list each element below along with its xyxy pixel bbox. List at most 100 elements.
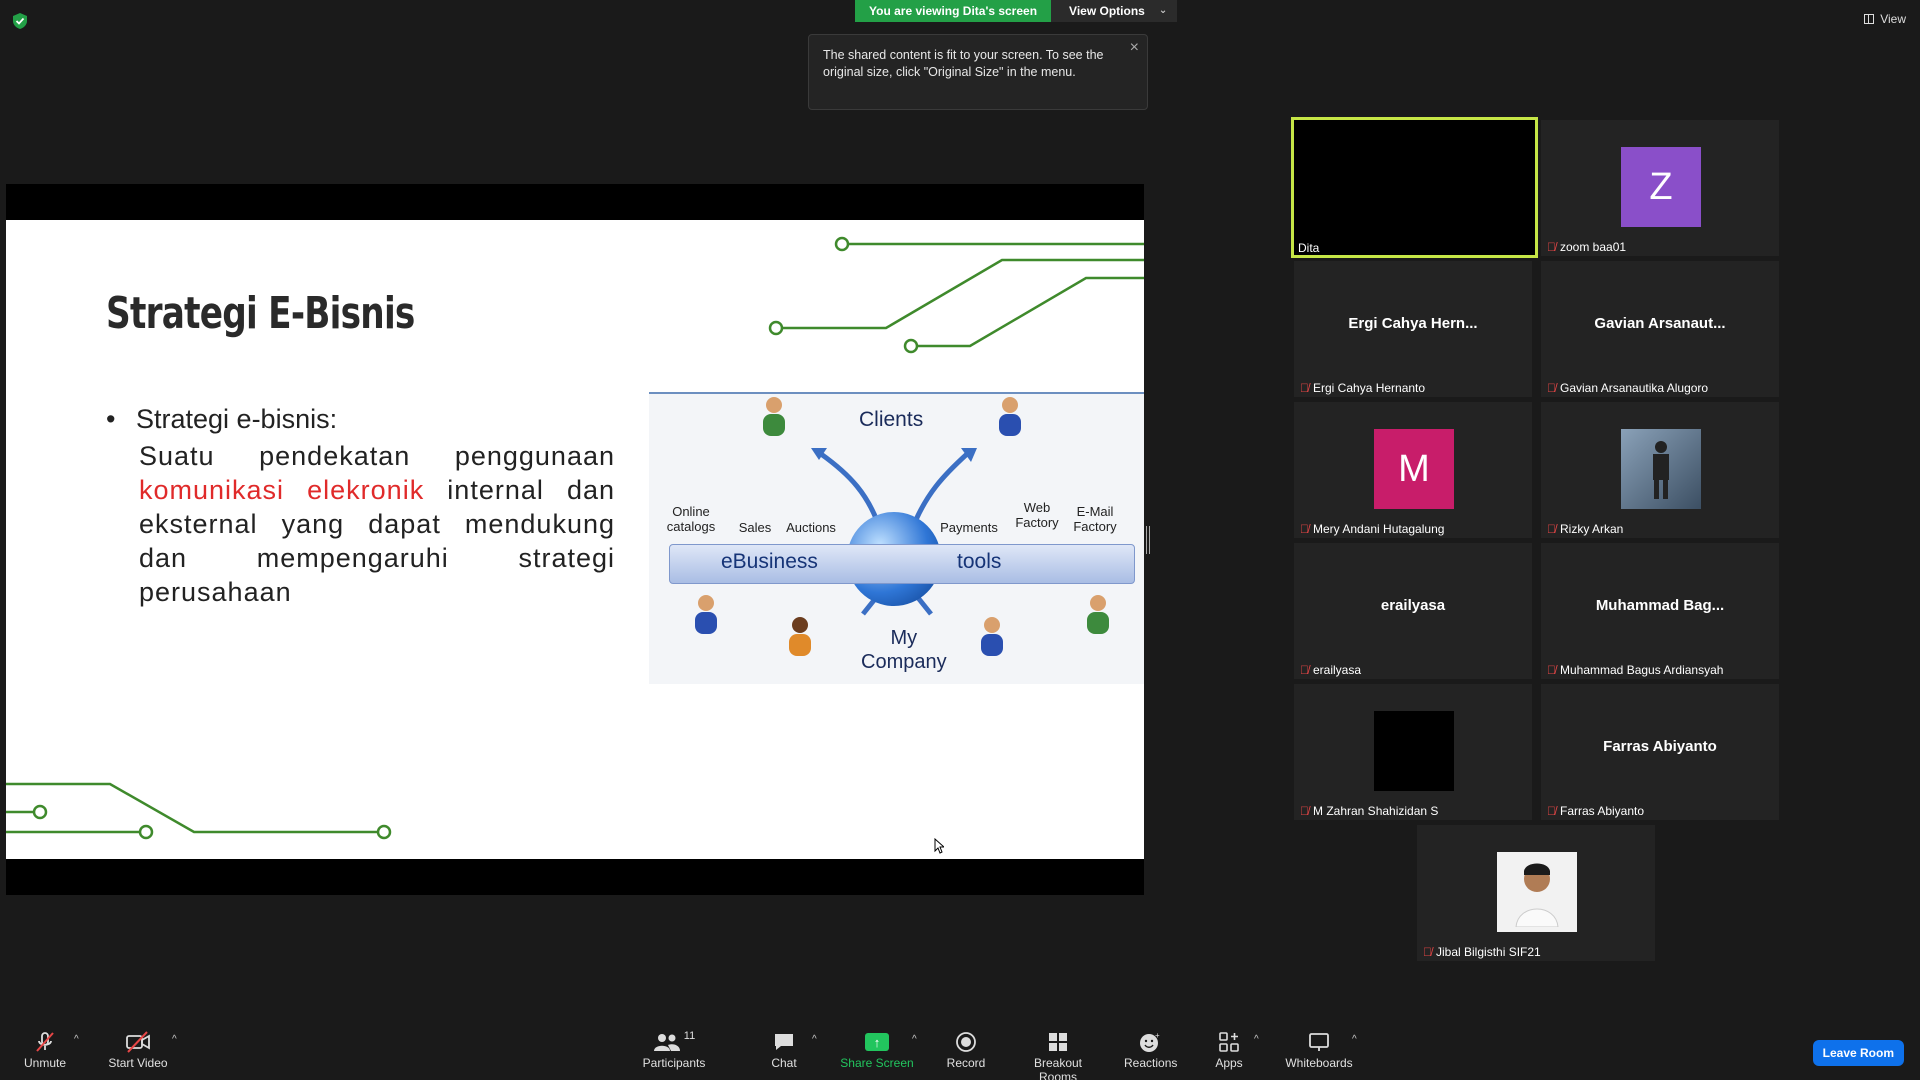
- participant-tile[interactable]: 🎙̸ Jibal Bilgisthi SIF21: [1417, 825, 1655, 961]
- participant-tile[interactable]: Z 🎙̸ zoom baa01: [1541, 120, 1779, 256]
- participant-tile[interactable]: Muhammad Bag... 🎙̸ Muhammad Bagus Ardians…: [1541, 543, 1779, 679]
- apps-label: Apps: [1215, 1056, 1243, 1070]
- diagram-company-label: My Company: [861, 626, 947, 674]
- apps-button[interactable]: Apps: [1212, 1030, 1246, 1070]
- share-screen-button[interactable]: ↑ Share Screen: [840, 1030, 914, 1070]
- share-screen-icon: ↑: [865, 1033, 889, 1051]
- participant-tile[interactable]: Farras Abiyanto 🎙̸ Farras Abiyanto: [1541, 684, 1779, 820]
- view-button-label: View: [1880, 12, 1906, 26]
- start-video-button[interactable]: Start Video: [106, 1030, 170, 1070]
- tools-label: tools: [957, 550, 1002, 573]
- chat-button[interactable]: Chat: [764, 1030, 804, 1070]
- participant-tile[interactable]: erailyasa 🎙̸ erailyasa: [1294, 543, 1532, 679]
- record-icon: [956, 1032, 976, 1052]
- body-highlight: komunikasi elekronik: [139, 475, 425, 505]
- svg-text:+: +: [1155, 1031, 1160, 1040]
- participant-display-name: Muhammad Bag...: [1595, 597, 1725, 614]
- chat-options-caret[interactable]: ^: [812, 1034, 817, 1045]
- viewing-label: You are viewing Dita's screen: [855, 0, 1052, 22]
- company-person-icon: [789, 617, 811, 656]
- record-button[interactable]: Record: [944, 1030, 988, 1070]
- company-person-icon: [695, 595, 717, 634]
- apps-icon: [1219, 1032, 1239, 1052]
- shared-screen[interactable]: Strategi E-Bisnis • Strategi e-bisnis: Su…: [6, 184, 1144, 895]
- participant-display-name: erailyasa: [1380, 597, 1446, 614]
- view-button[interactable]: View: [1864, 12, 1906, 26]
- body-text-start: Suatu pendekatan penggunaan: [139, 441, 615, 471]
- person-silhouette-icon: [1653, 441, 1669, 499]
- chat-label: Chat: [771, 1056, 797, 1070]
- participant-name-row: 🎙̸ Gavian Arsanautika Alugoro: [1547, 381, 1708, 395]
- whiteboards-button[interactable]: Whiteboards: [1282, 1030, 1356, 1070]
- splitter-handle[interactable]: [1146, 526, 1150, 554]
- viewing-banner: You are viewing Dita's screen View Optio…: [855, 0, 1178, 22]
- label-email-factory: E-Mail Factory: [1073, 504, 1117, 534]
- participant-name-row: 🎙̸ Mery Andani Hutagalung: [1300, 522, 1444, 536]
- participant-tile[interactable]: 🎙̸ Rizky Arkan: [1541, 402, 1779, 538]
- mouse-cursor-icon: [934, 838, 944, 854]
- muted-mic-icon: 🎙̸: [1547, 522, 1556, 536]
- participant-name-row: 🎙̸ Ergi Cahya Hernanto: [1300, 381, 1425, 395]
- unmute-button[interactable]: Unmute: [20, 1030, 70, 1070]
- breakout-rooms-label: Breakout Rooms: [1033, 1056, 1083, 1080]
- bullet-heading-text: Strategi e-bisnis:: [136, 404, 338, 434]
- view-options-button[interactable]: View Options ⌄: [1051, 0, 1178, 22]
- zoom-window: You are viewing Dita's screen View Optio…: [0, 0, 1920, 1080]
- person-portrait-icon: [1515, 863, 1559, 927]
- security-shield-icon[interactable]: [12, 12, 28, 30]
- chevron-down-icon: ⌄: [1158, 5, 1168, 16]
- company-person-icon: [1087, 595, 1109, 634]
- audio-options-caret[interactable]: ^: [74, 1034, 79, 1045]
- start-video-label: Start Video: [108, 1056, 168, 1070]
- participants-button[interactable]: 11 Participants: [642, 1030, 706, 1070]
- muted-mic-icon: 🎙̸: [1547, 381, 1556, 395]
- participant-name-row: 🎙̸ Rizky Arkan: [1547, 522, 1623, 536]
- bullet-body: Suatu pendekatan penggunaan komunikasi e…: [139, 439, 615, 609]
- avatar: M: [1374, 429, 1454, 509]
- tooltip-text: The shared content is fit to your screen…: [823, 48, 1104, 79]
- participant-name-row: 🎙̸ zoom baa01: [1547, 240, 1626, 254]
- company-line-1: My: [890, 627, 918, 649]
- participants-label: Participants: [642, 1056, 706, 1070]
- muted-microphone-icon: [36, 1032, 54, 1052]
- participant-tile[interactable]: Gavian Arsanaut... 🎙̸ Gavian Arsanautika …: [1541, 261, 1779, 397]
- participant-tile[interactable]: Dita: [1291, 117, 1538, 258]
- participant-name-row: 🎙̸ erailyasa: [1300, 663, 1361, 677]
- bullet-heading: • Strategi e-bisnis:: [106, 404, 337, 435]
- whiteboards-label: Whiteboards: [1285, 1056, 1353, 1070]
- muted-mic-icon: 🎙̸: [1547, 663, 1556, 677]
- participant-name: Dita: [1298, 241, 1320, 255]
- participant-tile[interactable]: M 🎙̸ Mery Andani Hutagalung: [1294, 402, 1532, 538]
- share-options-caret[interactable]: ^: [912, 1034, 917, 1045]
- fit-screen-tooltip: The shared content is fit to your screen…: [808, 34, 1148, 110]
- video-options-caret[interactable]: ^: [172, 1034, 177, 1045]
- reactions-label: Reactions: [1124, 1056, 1178, 1070]
- participant-name: Farras Abiyanto: [1560, 804, 1645, 818]
- client-person-icon: [999, 397, 1021, 436]
- meeting-toolbar: Unmute ^ Start Video ^ 11 Participants C…: [0, 1016, 1920, 1080]
- share-screen-label: Share Screen: [840, 1056, 914, 1070]
- apps-options-caret[interactable]: ^: [1254, 1034, 1259, 1045]
- muted-mic-icon: 🎙̸: [1423, 945, 1432, 959]
- leave-room-button[interactable]: Leave Room: [1812, 1040, 1904, 1066]
- participant-name: Ergi Cahya Hernanto: [1313, 381, 1426, 395]
- participant-name-row: 🎙̸ Jibal Bilgisthi SIF21: [1423, 945, 1541, 959]
- company-line-2: Company: [861, 651, 947, 673]
- label-auctions: Auctions: [786, 520, 836, 535]
- breakout-rooms-button[interactable]: Breakout Rooms: [1014, 1030, 1102, 1080]
- reactions-icon: +: [1140, 1031, 1160, 1052]
- participant-display-name: Farras Abiyanto: [1603, 738, 1717, 755]
- muted-mic-icon: 🎙̸: [1300, 381, 1309, 395]
- participant-tile[interactable]: 🎙̸ M Zahran Shahizidan S: [1294, 684, 1532, 820]
- company-person-icon: [981, 617, 1003, 656]
- ebusiness-diagram: Clients eBusiness tools My Company Onlin…: [649, 392, 1144, 684]
- participant-name: M Zahran Shahizidan S: [1313, 804, 1439, 818]
- participant-tile[interactable]: Ergi Cahya Hern... 🎙̸ Ergi Cahya Hernanto: [1294, 261, 1532, 397]
- close-icon[interactable]: ×: [1130, 39, 1139, 56]
- whiteboard-options-caret[interactable]: ^: [1352, 1034, 1357, 1045]
- participant-display-name: Ergi Cahya Hern...: [1348, 315, 1478, 332]
- reactions-button[interactable]: + Reactions: [1124, 1030, 1178, 1070]
- participant-name: Muhammad Bagus Ardiansyah: [1560, 663, 1724, 677]
- muted-mic-icon: 🎙̸: [1300, 804, 1309, 818]
- muted-mic-icon: 🎙̸: [1547, 240, 1556, 254]
